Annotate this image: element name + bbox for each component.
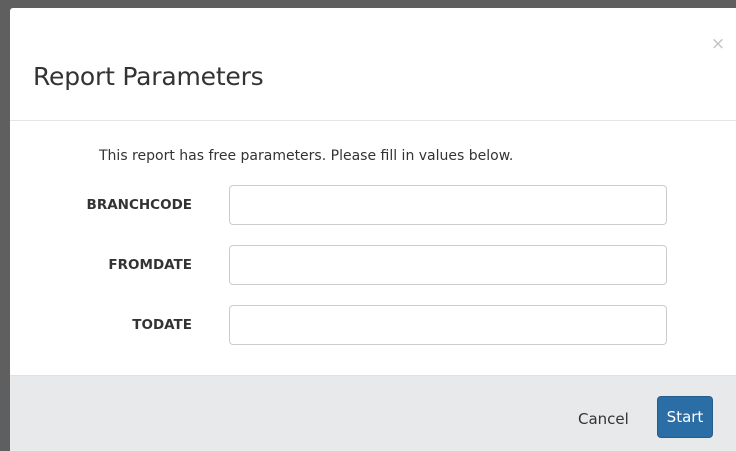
todate-input[interactable] [229, 305, 667, 345]
modal-backdrop: Report Parameters × This report has free… [0, 0, 736, 451]
report-parameters-dialog: Report Parameters × This report has free… [10, 8, 736, 451]
intro-text: This report has free parameters. Please … [99, 148, 514, 164]
branchcode-label: BRANCHCODE [86, 197, 192, 213]
modal-title: Report Parameters [33, 62, 264, 91]
branchcode-input[interactable] [229, 185, 667, 225]
todate-label: TODATE [132, 317, 192, 333]
fromdate-input[interactable] [229, 245, 667, 285]
close-icon[interactable]: × [710, 35, 726, 53]
cancel-button[interactable]: Cancel [578, 410, 629, 428]
modal-header: Report Parameters × [10, 8, 736, 121]
fromdate-label: FROMDATE [108, 257, 192, 273]
start-button[interactable]: Start [657, 396, 713, 438]
modal-footer: Cancel Start [10, 375, 736, 451]
modal-body: This report has free parameters. Please … [10, 122, 736, 375]
